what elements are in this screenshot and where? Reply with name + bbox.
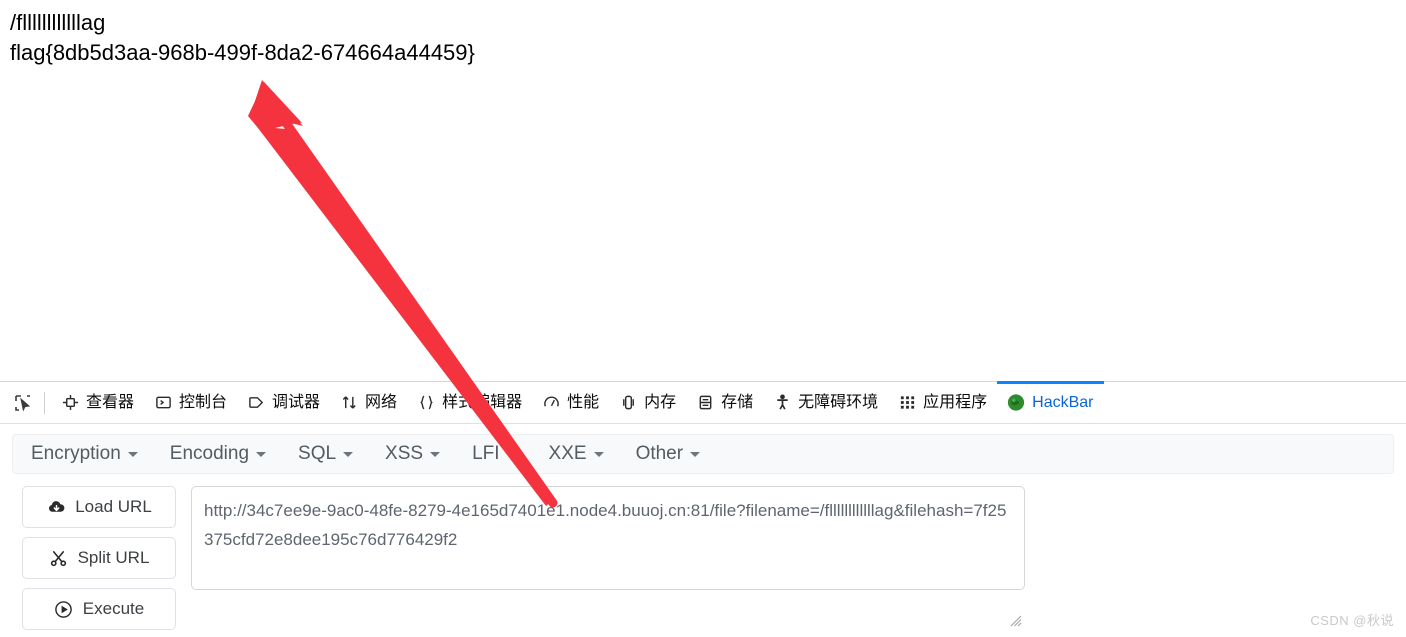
tab-storage-label: 存储 bbox=[721, 393, 754, 411]
tab-debugger[interactable]: 调试器 bbox=[237, 382, 330, 423]
menu-encoding[interactable]: Encoding bbox=[169, 443, 267, 465]
tab-accessibility-label: 无障碍环境 bbox=[798, 393, 879, 411]
chevron-down-icon bbox=[593, 451, 604, 457]
debugger-icon bbox=[247, 394, 265, 412]
performance-icon bbox=[542, 394, 560, 412]
tab-memory[interactable]: 内存 bbox=[609, 382, 686, 423]
cloud-download-icon bbox=[46, 497, 66, 517]
chevron-down-icon bbox=[690, 451, 701, 457]
execute-label: Execute bbox=[82, 599, 145, 618]
execute-button[interactable]: Execute bbox=[22, 588, 176, 630]
menu-encryption-label: Encryption bbox=[31, 443, 121, 464]
menu-other[interactable]: Other bbox=[636, 443, 701, 465]
split-url-label: Split URL bbox=[77, 548, 150, 567]
menu-lfi[interactable]: LFI bbox=[472, 443, 517, 465]
tab-application-label: 应用程序 bbox=[923, 393, 988, 411]
page-text-line-2: flag{8db5d3aa-968b-499f-8da2-674664a4445… bbox=[10, 40, 475, 65]
tab-inspector-label: 查看器 bbox=[86, 393, 135, 411]
chevron-down-icon bbox=[506, 451, 517, 457]
browser-page-content: /fllllllllllllag flag{8db5d3aa-968b-499f… bbox=[0, 0, 1406, 381]
tab-memory-label: 内存 bbox=[644, 393, 677, 411]
tab-application[interactable]: 应用程序 bbox=[888, 382, 997, 423]
element-picker-icon[interactable] bbox=[6, 386, 40, 420]
chevron-down-icon bbox=[430, 451, 441, 457]
url-input[interactable] bbox=[191, 486, 1025, 590]
hackbar-icon bbox=[1007, 394, 1025, 412]
storage-icon bbox=[696, 394, 714, 412]
tab-debugger-label: 调试器 bbox=[272, 393, 321, 411]
tab-performance[interactable]: 性能 bbox=[532, 382, 609, 423]
memory-icon bbox=[619, 394, 637, 412]
network-icon bbox=[340, 394, 358, 412]
accessibility-icon bbox=[773, 394, 791, 412]
menu-xss[interactable]: XSS bbox=[385, 443, 441, 465]
page-text-line-1: /fllllllllllllag bbox=[10, 10, 106, 35]
tab-network-label: 网络 bbox=[365, 393, 398, 411]
tab-console[interactable]: 控制台 bbox=[144, 382, 237, 423]
split-url-button[interactable]: Split URL bbox=[22, 537, 176, 579]
tab-storage[interactable]: 存储 bbox=[686, 382, 763, 423]
tab-style-editor[interactable]: 样式编辑器 bbox=[407, 382, 532, 423]
menu-encoding-label: Encoding bbox=[169, 443, 250, 464]
hackbar-menubar: Encryption Encoding SQL XSS LFI XXE Othe… bbox=[12, 434, 1394, 474]
devtools-toolbar: 查看器 控制台 调试器 网络 样式编辑器 性能 内存 存储 无障碍环境 应用程序… bbox=[0, 381, 1406, 424]
tab-performance-label: 性能 bbox=[567, 393, 600, 411]
inspector-icon bbox=[61, 394, 79, 412]
chevron-down-icon bbox=[127, 451, 138, 457]
tab-style-editor-label: 样式编辑器 bbox=[442, 393, 523, 411]
tab-accessibility[interactable]: 无障碍环境 bbox=[763, 382, 888, 423]
tab-inspector[interactable]: 查看器 bbox=[51, 382, 144, 423]
csdn-watermark: CSDN @秋说 bbox=[1310, 613, 1394, 628]
menu-sql-label: SQL bbox=[298, 443, 337, 464]
style-editor-icon bbox=[417, 394, 435, 412]
tab-hackbar-label: HackBar bbox=[1032, 393, 1094, 411]
tab-network[interactable]: 网络 bbox=[330, 382, 407, 423]
menu-encryption[interactable]: Encryption bbox=[31, 443, 138, 465]
chevron-down-icon bbox=[256, 451, 267, 457]
toolbar-divider bbox=[44, 391, 45, 414]
chevron-down-icon bbox=[343, 451, 354, 457]
scissors-icon bbox=[49, 548, 69, 568]
menu-xxe-label: XXE bbox=[548, 443, 587, 464]
resize-grip-icon[interactable] bbox=[1008, 613, 1022, 627]
menu-sql[interactable]: SQL bbox=[298, 443, 354, 465]
devtools-panel: 查看器 控制台 调试器 网络 样式编辑器 性能 内存 存储 无障碍环境 应用程序… bbox=[0, 381, 1406, 637]
tab-console-label: 控制台 bbox=[179, 393, 228, 411]
console-icon bbox=[154, 394, 172, 412]
menu-xxe[interactable]: XXE bbox=[549, 443, 604, 465]
menu-lfi-label: LFI bbox=[472, 443, 500, 464]
url-field-wrapper bbox=[191, 486, 1025, 630]
menu-xss-label: XSS bbox=[385, 443, 424, 464]
load-url-button[interactable]: Load URL bbox=[22, 486, 176, 528]
load-url-label: Load URL bbox=[75, 497, 152, 516]
tab-hackbar[interactable]: HackBar bbox=[997, 381, 1104, 423]
application-icon bbox=[898, 394, 916, 412]
hackbar-body: Load URL Split URL Execute http://34c7ee… bbox=[0, 474, 1406, 630]
hackbar-action-buttons: Load URL Split URL Execute bbox=[22, 486, 176, 630]
play-circle-icon bbox=[54, 599, 74, 619]
menu-other-label: Other bbox=[635, 443, 684, 464]
